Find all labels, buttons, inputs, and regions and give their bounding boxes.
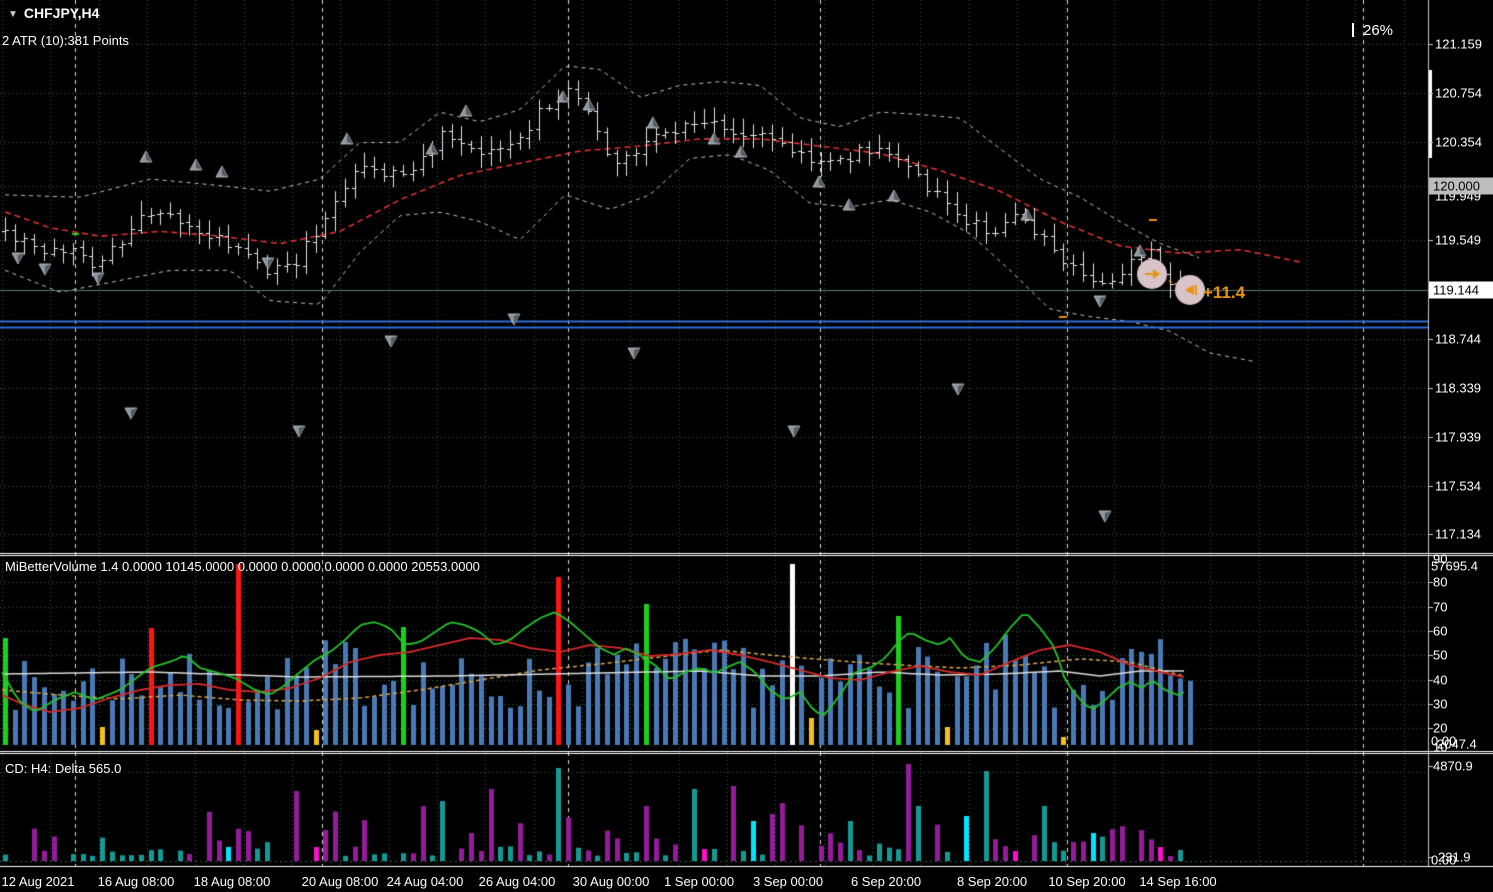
time-axis-label: 8 Sep 20:00 [957,874,1027,889]
volume-scale-label: 60 [1433,624,1447,639]
time-axis-label: 18 Aug 08:00 [194,874,271,889]
volume-scale-label: 30 [1433,697,1447,712]
volume-scale-label: 57695.4 [1431,559,1478,574]
volume-scale-label: 50 [1433,648,1447,663]
progress-indicator: 26% [1352,22,1393,39]
time-axis-label: 20 Aug 08:00 [302,874,379,889]
volume-scale-label: 2047.4 [1437,737,1477,752]
price-scale-label: 119.144 [1429,282,1493,299]
price-scale-label: 117.534 [1435,479,1481,494]
time-axis-label: 14 Sep 16:00 [1139,874,1216,889]
volume-scale-label: 80 [1433,575,1447,590]
atr-indicator-label: 2 ATR (10):381 Points [2,33,129,48]
symbol-title: CHFJPY,H4 [24,5,99,21]
price-scale-label: 118.744 [1435,332,1481,347]
delta-indicator-label: CD: H4: Delta 565.0 [5,761,121,776]
symbol-header: ▼ CHFJPY,H4 [8,5,99,21]
time-axis-label: 3 Sep 00:00 [753,874,823,889]
time-axis-label: 24 Aug 04:00 [387,874,464,889]
volume-scale-label: 40 [1433,673,1447,688]
price-scale-label: 120.000 [1429,178,1493,195]
chart-canvas[interactable] [0,0,1493,892]
trade-profit-label: +11.4 [1203,283,1245,303]
delta-scale-label: 0.00 [1431,853,1456,868]
volume-scale-label: 70 [1433,600,1447,615]
price-scale-label: 119.549 [1435,233,1481,248]
price-scale-label: 120.354 [1435,135,1482,150]
price-scale-label: 117.134 [1435,527,1481,542]
time-axis-label: 16 Aug 08:00 [98,874,175,889]
delta-scale-label: 4870.9 [1433,759,1473,774]
time-axis-label: 10 Sep 20:00 [1048,874,1125,889]
time-axis-label: 30 Aug 00:00 [573,874,650,889]
progress-bar-icon [1352,23,1354,37]
price-scale-label: 120.754 [1435,86,1482,101]
progress-value: 26% [1363,22,1393,39]
time-axis-label: 12 Aug 2021 [1,874,74,889]
price-scale-label: 121.159 [1435,37,1482,52]
symbol-dropdown-icon[interactable]: ▼ [8,9,18,20]
volume-indicator-label: MiBetterVolume 1.4 0.0000 10145.0000 0.0… [5,559,480,574]
time-axis-label: 6 Sep 20:00 [851,874,921,889]
price-scale-label: 117.939 [1435,430,1481,445]
time-axis-label: 1 Sep 00:00 [664,874,734,889]
time-axis-label: 26 Aug 04:00 [479,874,556,889]
trading-chart-window: ▼ CHFJPY,H4 2 ATR (10):381 Points 26% MiB… [0,0,1493,892]
price-scale-label: 118.339 [1435,381,1481,396]
